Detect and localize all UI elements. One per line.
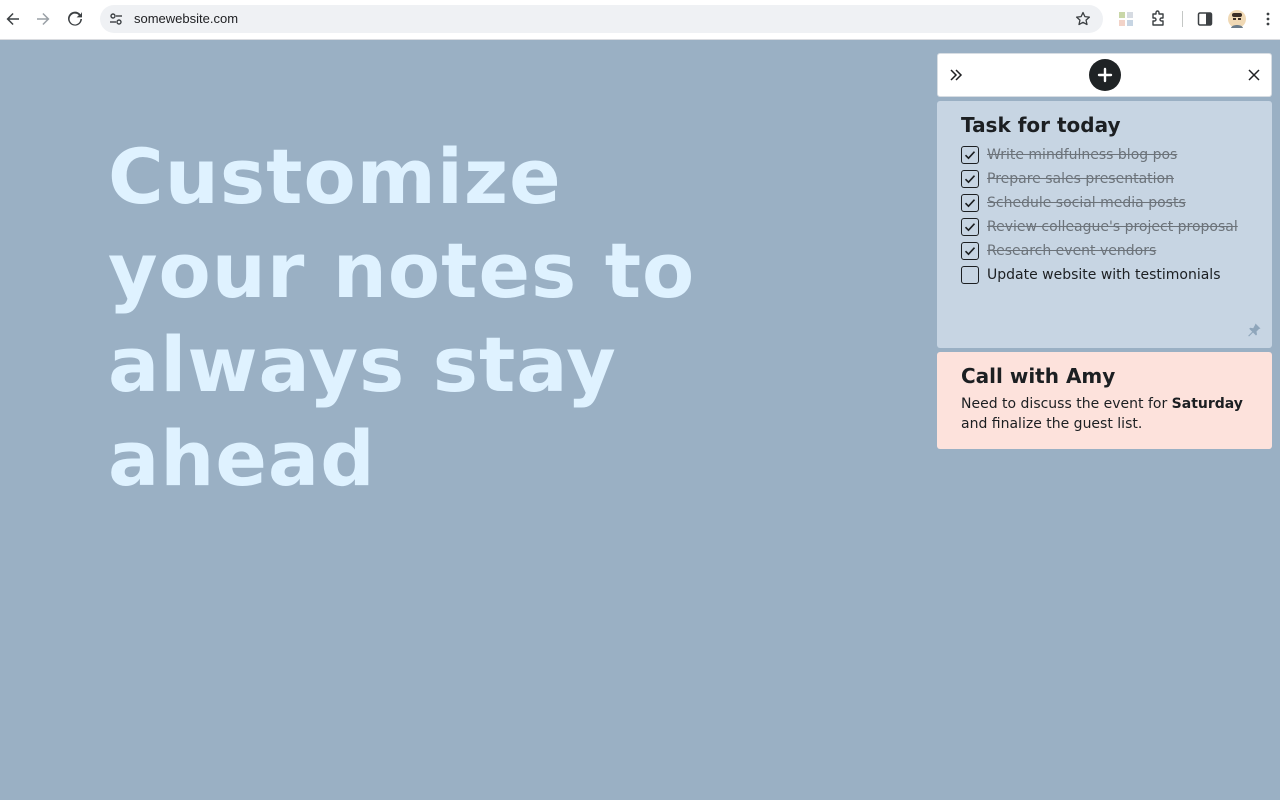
more-menu-icon[interactable] <box>1259 10 1277 28</box>
task-label[interactable]: Research event vendors <box>987 243 1156 259</box>
extensions-puzzle-icon[interactable] <box>1149 10 1167 28</box>
task-label[interactable]: Schedule social media posts <box>987 195 1186 211</box>
task-label[interactable]: Prepare sales presentation <box>987 171 1174 187</box>
site-info-icon[interactable] <box>108 11 124 27</box>
hero-line: always stay <box>108 320 617 409</box>
close-button[interactable] <box>1246 67 1262 83</box>
task-item: Review colleague's project proposal <box>961 215 1261 239</box>
checkmark-icon <box>964 223 976 232</box>
hero-line: ahead <box>108 414 376 503</box>
task-item: Research event vendors <box>961 239 1261 263</box>
call-note-card[interactable]: Call with Amy Need to discuss the event … <box>937 352 1272 449</box>
profile-avatar-icon[interactable] <box>1228 10 1246 28</box>
task-checkbox[interactable] <box>961 218 979 236</box>
note-body-text: Need to discuss the event for <box>961 396 1172 412</box>
hero-headline: Customize your notes to always stay ahea… <box>108 130 808 506</box>
note-title: Task for today <box>961 113 1121 137</box>
task-list: Write mindfulness blog pos Prepare sales … <box>961 143 1261 287</box>
checkmark-icon <box>964 247 976 256</box>
checkmark-icon <box>964 175 976 184</box>
checkmark-icon <box>964 199 976 208</box>
close-icon <box>1248 69 1260 81</box>
url-text[interactable]: somewebsite.com <box>134 11 238 27</box>
arrow-right-icon <box>37 12 50 26</box>
reload-icon <box>68 11 82 26</box>
extension-tile-icon[interactable] <box>1117 10 1135 28</box>
task-item: Schedule social media posts <box>961 191 1261 215</box>
task-label[interactable]: Update website with testimonials <box>987 267 1221 283</box>
browser-toolbar: somewebsite.com <box>0 0 1280 40</box>
hero-line: Customize <box>108 132 562 221</box>
task-label[interactable]: Review colleague's project proposal <box>987 219 1238 235</box>
task-item: Prepare sales presentation <box>961 167 1261 191</box>
pin-icon[interactable] <box>1246 322 1262 338</box>
task-checkbox[interactable] <box>961 266 979 284</box>
arrow-left-icon <box>6 12 19 26</box>
forward-button[interactable] <box>31 8 55 30</box>
bookmark-star-icon[interactable] <box>1075 11 1091 27</box>
reload-button[interactable] <box>63 8 87 30</box>
task-item: Update website with testimonials <box>961 263 1261 287</box>
double-chevron-right-icon <box>950 69 963 81</box>
task-item: Write mindfulness blog pos <box>961 143 1261 167</box>
task-checkbox[interactable] <box>961 194 979 212</box>
hero-line: your notes to <box>108 226 696 315</box>
side-panel-icon[interactable] <box>1196 10 1214 28</box>
note-body: Need to discuss the event for Saturday a… <box>961 394 1261 434</box>
add-note-button[interactable] <box>1089 59 1121 91</box>
address-bar[interactable]: somewebsite.com <box>100 5 1103 33</box>
note-body-bold: Saturday <box>1171 396 1243 412</box>
task-label[interactable]: Write mindfulness blog pos <box>987 147 1177 163</box>
toolbar-separator <box>1182 11 1183 27</box>
checkmark-icon <box>964 151 976 160</box>
notes-panel-header <box>937 53 1272 97</box>
task-checkbox[interactable] <box>961 146 979 164</box>
task-note-card[interactable]: Task for today Write mindfulness blog po… <box>937 101 1272 348</box>
task-checkbox[interactable] <box>961 170 979 188</box>
plus-icon <box>1097 67 1113 83</box>
collapse-button[interactable] <box>946 65 966 85</box>
task-checkbox[interactable] <box>961 242 979 260</box>
note-body-text: and finalize the guest list. <box>961 416 1143 432</box>
note-title: Call with Amy <box>961 364 1116 388</box>
back-button[interactable] <box>1 8 25 30</box>
